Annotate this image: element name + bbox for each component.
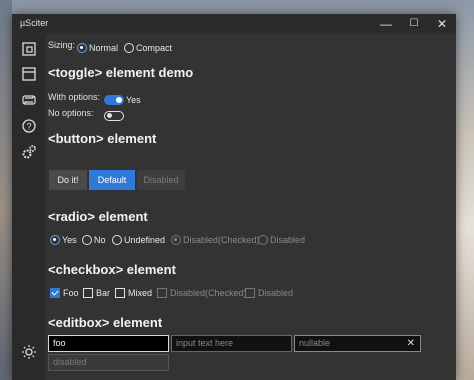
editbox-heading: <editbox> element — [48, 315, 163, 330]
disabled-button: Disabled — [137, 170, 185, 190]
toggle-heading: <toggle> element demo — [48, 65, 194, 80]
title-bar[interactable]: µSciter — ☐ ✕ — [12, 14, 456, 34]
checkbox-heading: <checkbox> element — [48, 262, 176, 277]
editbox-disabled: disabled — [48, 354, 169, 371]
editbox-foo[interactable]: foo — [48, 335, 169, 352]
checkbox-mixed[interactable]: Mixed — [115, 284, 152, 302]
app-window: µSciter — ☐ ✕ ? Sizing: Normal Compact <… — [12, 14, 456, 380]
no-options-toggle[interactable] — [104, 107, 124, 125]
editbox-input-text[interactable]: input text here — [171, 335, 292, 352]
checkbox-disabled: Disabled — [245, 284, 293, 302]
maximize-button[interactable]: ☐ — [400, 14, 428, 34]
checkbox-foo[interactable]: Foo — [50, 284, 79, 302]
desktop-background-left — [0, 0, 12, 380]
desktop-background-right — [456, 0, 474, 380]
sync-icon[interactable] — [20, 91, 38, 109]
window-title: µSciter — [20, 18, 49, 28]
svg-text:?: ? — [26, 122, 31, 132]
default-button[interactable]: Default — [89, 170, 135, 190]
radio-heading: <radio> element — [48, 209, 148, 224]
close-button[interactable]: ✕ — [428, 14, 456, 34]
help-icon[interactable]: ? — [20, 117, 38, 135]
radio-disabled-checked: Disabled(Checked) — [171, 231, 260, 249]
do-it-button[interactable]: Do it! — [49, 170, 87, 190]
no-options-label: No options: — [48, 108, 94, 118]
radio-undefined[interactable]: Undefined — [112, 231, 165, 249]
window-dock-icon[interactable] — [20, 40, 38, 58]
sizing-label: Sizing: — [48, 40, 76, 50]
editbox-nullable-placeholder: nullable — [299, 338, 331, 348]
window-frame-icon[interactable] — [20, 65, 38, 83]
settings-gears-icon[interactable] — [20, 143, 38, 161]
clear-icon[interactable]: ✕ — [407, 336, 415, 351]
main-content: Sizing: Normal Compact <toggle> element … — [46, 34, 456, 380]
with-options-label: With options: — [48, 92, 101, 102]
checkbox-disabled-checked: Disabled(Checked) — [157, 284, 247, 302]
radio-no[interactable]: No — [82, 231, 106, 249]
button-heading: <button> element — [48, 131, 157, 146]
sidebar: ? — [12, 34, 46, 380]
sizing-compact-radio[interactable]: Compact — [124, 39, 172, 57]
sizing-normal-radio[interactable]: Normal — [77, 39, 118, 57]
theme-sun-icon[interactable] — [20, 343, 38, 361]
radio-yes[interactable]: Yes — [50, 231, 77, 249]
editbox-nullable[interactable]: nullable ✕ — [294, 335, 421, 352]
radio-disabled: Disabled — [258, 231, 305, 249]
minimize-button[interactable]: — — [372, 14, 400, 34]
checkbox-bar[interactable]: Bar — [83, 284, 110, 302]
